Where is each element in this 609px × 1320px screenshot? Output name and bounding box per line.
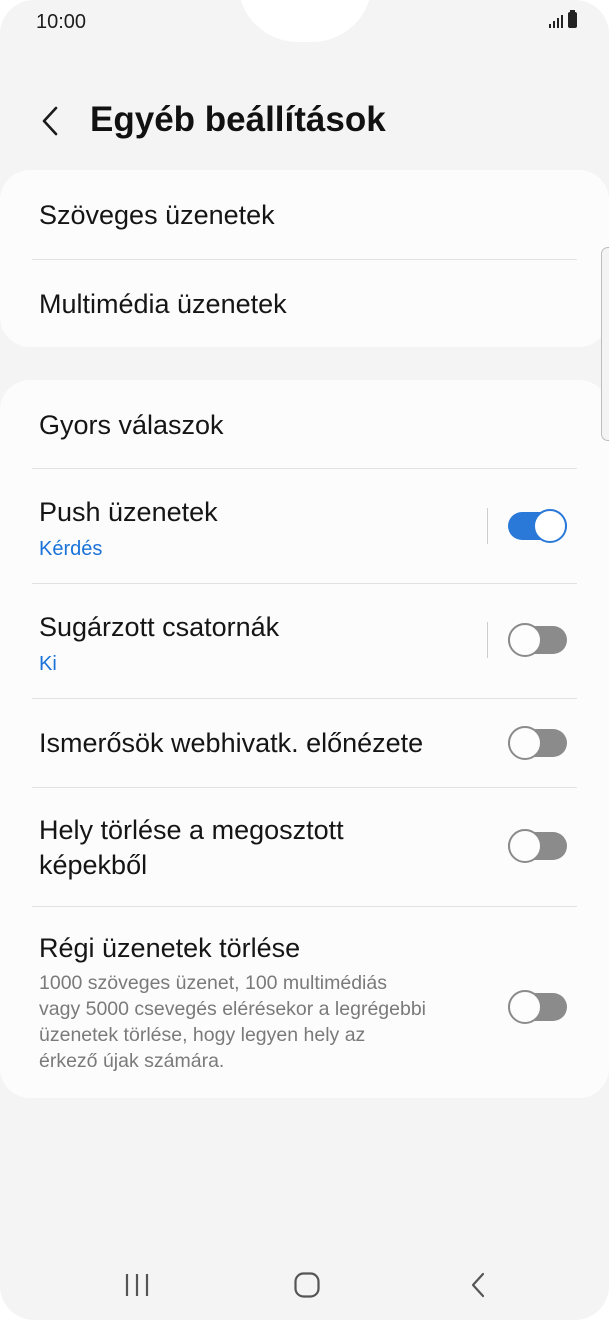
page-title: Egyéb beállítások xyxy=(90,100,386,139)
link-preview-toggle[interactable] xyxy=(508,726,567,760)
setting-push-messages-label: Push üzenetek xyxy=(39,497,218,527)
setting-delete-old-messages-label: Régi üzenetek törlése xyxy=(39,933,301,963)
setting-quick-replies-label: Gyors válaszok xyxy=(39,410,224,440)
setting-push-messages[interactable]: Push üzenetek Kérdés xyxy=(0,469,609,583)
setting-broadcast-channels[interactable]: Sugárzott csatornák Ki xyxy=(0,584,609,698)
status-bar: 10:00 xyxy=(0,0,609,44)
setting-multimedia-messages-label: Multimédia üzenetek xyxy=(39,289,287,319)
status-icons xyxy=(549,10,577,28)
setting-remove-location[interactable]: Hely törlése a megosztott képekből xyxy=(0,788,609,906)
phone-screen: 10:00 Egyéb beállítások Szöveges üzenete… xyxy=(0,0,609,1320)
home-icon xyxy=(294,1272,320,1298)
setting-quick-replies[interactable]: Gyors válaszok xyxy=(0,380,609,468)
page-header: Egyéb beállítások xyxy=(0,86,609,156)
status-time: 10:00 xyxy=(36,11,87,33)
signal-icon xyxy=(549,12,563,28)
home-button[interactable] xyxy=(277,1262,337,1308)
setting-delete-old-messages-desc-line1: 1000 szöveges üzenet, 100 multimédiás xyxy=(39,972,387,994)
push-messages-toggle[interactable] xyxy=(508,509,567,543)
recent-apps-button[interactable] xyxy=(107,1262,167,1308)
recent-apps-icon xyxy=(125,1274,149,1296)
setting-broadcast-channels-label: Sugárzott csatornák xyxy=(39,612,280,642)
vertical-separator xyxy=(487,508,488,544)
setting-broadcast-channels-value: Ki xyxy=(39,653,57,675)
vertical-separator xyxy=(487,622,488,658)
nav-back-button[interactable] xyxy=(448,1262,508,1308)
setting-text-messages[interactable]: Szöveges üzenetek xyxy=(0,170,609,259)
delete-old-messages-toggle[interactable] xyxy=(508,990,567,1024)
settings-group-other: Gyors válaszok Push üzenetek Kérdés Sugá… xyxy=(0,380,609,1098)
setting-delete-old-messages-desc-line2: vagy 5000 csevegés elérésekor a legrégeb… xyxy=(39,998,427,1020)
setting-link-preview[interactable]: Ismerősök webhivatk. előnézete xyxy=(0,699,609,787)
setting-delete-old-messages-desc-line3: üzenetek törlése, hogy legyen hely az xyxy=(39,1024,366,1046)
setting-remove-location-label-line2: képekből xyxy=(39,850,148,880)
navigation-bar xyxy=(0,1250,609,1320)
back-icon xyxy=(471,1272,485,1298)
setting-delete-old-messages-desc-line4: érkező újak számára. xyxy=(39,1050,225,1072)
setting-remove-location-label-line1: Hely törlése a megosztott xyxy=(39,815,344,845)
setting-multimedia-messages[interactable]: Multimédia üzenetek xyxy=(0,260,609,347)
broadcast-channels-toggle[interactable] xyxy=(508,623,567,657)
setting-text-messages-label: Szöveges üzenetek xyxy=(39,200,275,230)
settings-group-messages: Szöveges üzenetek Multimédia üzenetek xyxy=(0,170,609,347)
battery-icon xyxy=(568,10,577,28)
scrollbar-handle[interactable] xyxy=(601,247,609,441)
setting-push-messages-value: Kérdés xyxy=(39,538,103,560)
back-button[interactable] xyxy=(28,96,72,146)
setting-delete-old-messages[interactable]: Régi üzenetek törlése 1000 szöveges üzen… xyxy=(0,907,609,1098)
chevron-left-icon xyxy=(42,106,58,136)
remove-location-toggle[interactable] xyxy=(508,829,567,863)
setting-link-preview-label: Ismerősök webhivatk. előnézete xyxy=(39,728,424,758)
